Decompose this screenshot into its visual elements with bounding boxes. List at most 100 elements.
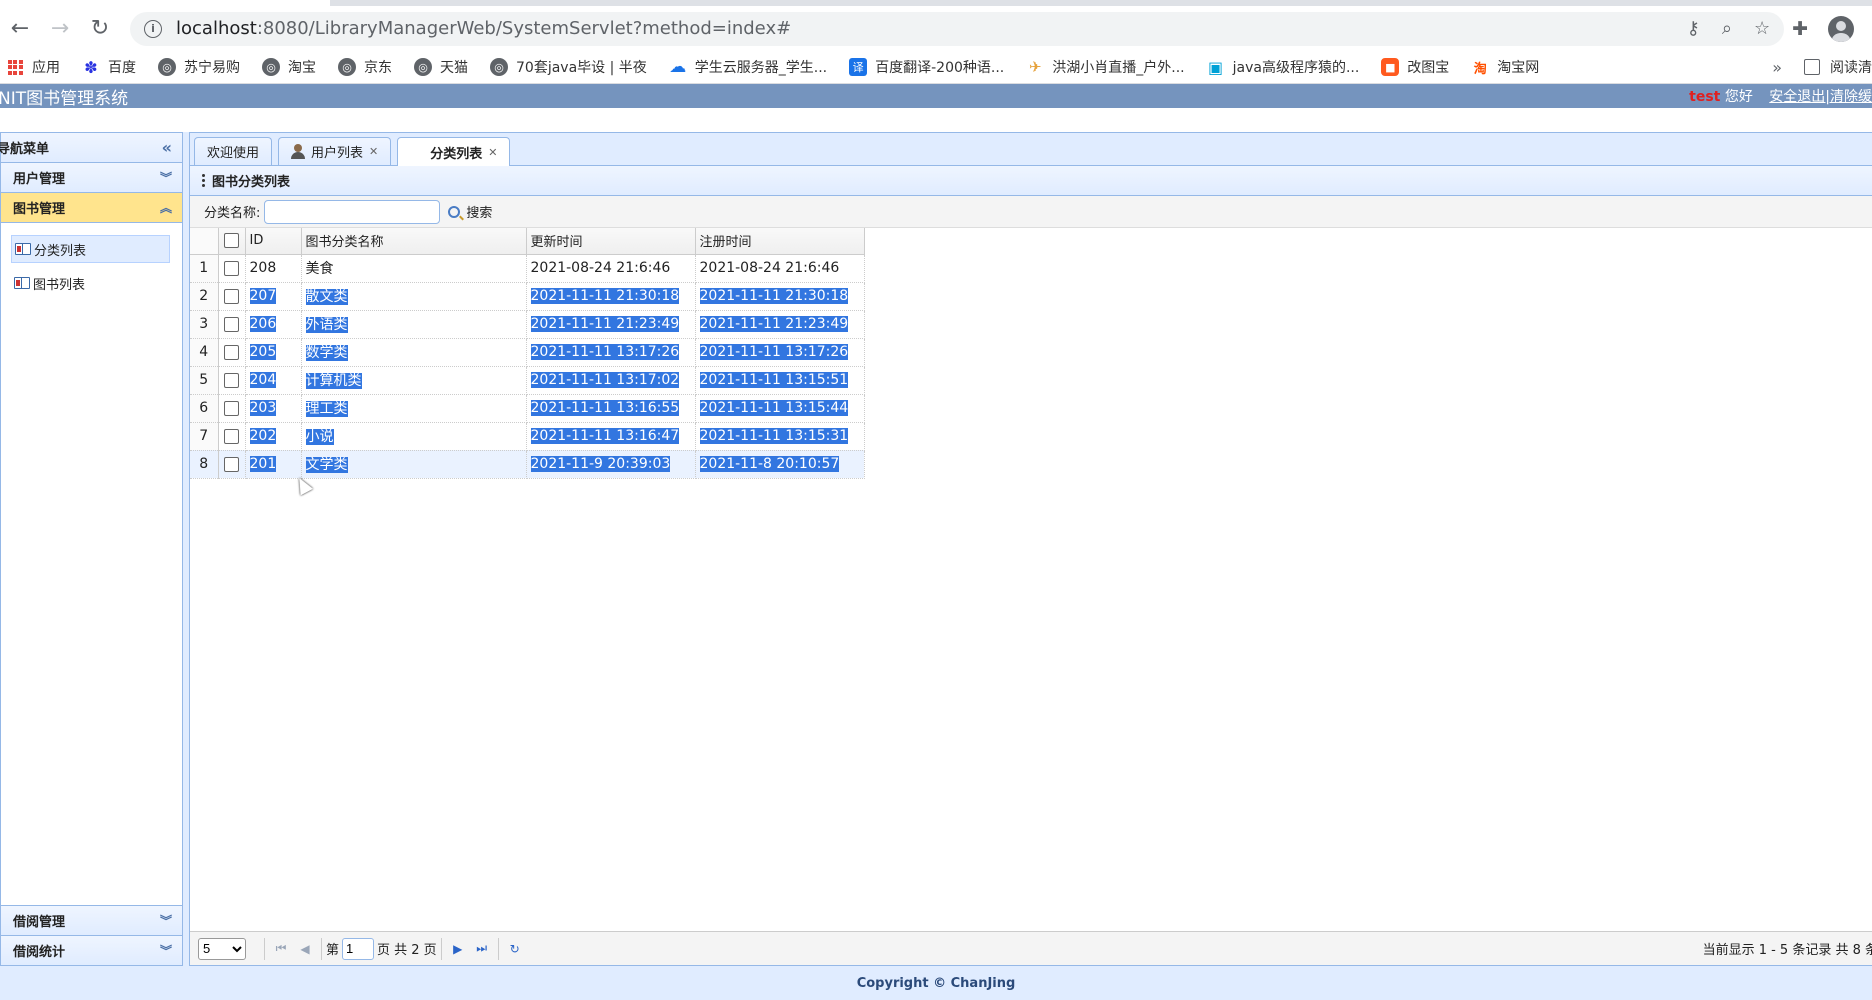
more-bookmarks-chevron[interactable]: »: [1772, 58, 1782, 77]
site-info-icon[interactable]: i: [144, 19, 162, 38]
sidebar-item-book-list[interactable]: 图书列表: [11, 269, 170, 297]
tab-user-list[interactable]: 用户列表 ✕: [278, 137, 392, 165]
cell-registered: 2021-11-8 20:10:57: [695, 450, 865, 479]
bookmark-bilibili[interactable]: ▣ java高级程序猿的...: [1207, 57, 1359, 77]
table-row[interactable]: 1 208 美食 2021-08-24 21:6:46 2021-08-24 2…: [190, 254, 865, 283]
tab-category-list[interactable]: 分类列表 ✕: [397, 137, 511, 166]
row-checkbox[interactable]: [224, 344, 239, 360]
copyright-footer: Copyright © ChanJing: [0, 972, 1872, 1000]
star-icon[interactable]: ☆: [1754, 18, 1770, 39]
table-row[interactable]: 8 201 文学类 2021-11-9 20:39:03 2021-11-8 2…: [190, 450, 865, 479]
bookmark-apps[interactable]: 应用: [6, 57, 60, 77]
profile-avatar-icon[interactable]: [1828, 15, 1854, 42]
bookmark-jd[interactable]: ◎ 京东: [338, 57, 392, 77]
column-header-updated[interactable]: 更新时间: [526, 228, 696, 255]
section-label: 借阅统计: [13, 945, 66, 960]
cell-id: 203: [245, 394, 302, 423]
sidebar-item-category-list[interactable]: 分类列表: [11, 235, 170, 263]
refresh-icon[interactable]: ↻: [503, 937, 527, 961]
current-username: test: [1689, 89, 1721, 105]
cell-registered: 2021-11-11 21:23:49: [695, 310, 865, 339]
sidebar-section-borrow[interactable]: 借阅管理 ︾: [1, 905, 182, 935]
back-arrow-icon[interactable]: ←: [0, 6, 40, 51]
row-checkbox[interactable]: [224, 400, 239, 416]
column-header-id[interactable]: ID: [245, 228, 302, 255]
cell-updated: 2021-11-11 13:16:55: [526, 394, 696, 423]
cell-updated: 2021-11-11 21:30:18: [526, 282, 696, 311]
sidebar-item-label: 图书列表: [33, 277, 86, 293]
row-checkbox[interactable]: [224, 316, 239, 332]
logout-link[interactable]: 安全退出|清除缓: [1769, 89, 1872, 105]
translate-icon: 译: [849, 58, 868, 76]
sidebar-header: 导航菜单 «: [0, 133, 182, 163]
search-button[interactable]: 搜索: [448, 202, 492, 221]
bookmark-baidu-translate[interactable]: 译百度翻译-200种语...: [849, 57, 1004, 77]
address-bar[interactable]: i localhost:8080/LibraryManagerWeb/Syste…: [130, 11, 1785, 46]
extensions-puzzle-icon[interactable]: ✚: [1792, 18, 1808, 40]
cell-name: 文学类: [301, 450, 527, 479]
column-header-name[interactable]: 图书分类名称: [301, 228, 527, 255]
cell-name: 美食: [301, 254, 527, 283]
row-checkbox[interactable]: [224, 372, 239, 388]
row-checkbox-cell: [218, 366, 246, 395]
first-page-icon[interactable]: ⏮: [269, 937, 293, 961]
row-checkbox[interactable]: [224, 428, 239, 444]
table-row[interactable]: 4 205 数学类 2021-11-11 13:17:26 2021-11-11…: [190, 338, 865, 367]
column-header-registered[interactable]: 注册时间: [695, 228, 865, 255]
sidebar-item-label: 分类列表: [34, 243, 87, 259]
bookmark-livestream[interactable]: ✈ 洪湖小肖直播_户外...: [1026, 57, 1185, 77]
row-checkbox[interactable]: [224, 288, 239, 304]
close-icon[interactable]: ✕: [369, 145, 378, 158]
table-row[interactable]: 7 202 小说 2021-11-11 13:16:47 2021-11-11 …: [190, 422, 865, 451]
table-row[interactable]: 3 206 外语类 2021-11-11 21:23:49 2021-11-11…: [190, 310, 865, 339]
page-size-select[interactable]: 5: [198, 937, 246, 960]
cell-id: 202: [245, 422, 302, 451]
table-row[interactable]: 5 204 计算机类 2021-11-11 13:17:02 2021-11-1…: [190, 366, 865, 395]
bookmark-java-projects[interactable]: ◎ 70套java毕设 | 半夜: [490, 57, 647, 77]
bookmark-suning[interactable]: ◎ 苏宁易购: [158, 57, 240, 77]
select-all-checkbox[interactable]: [224, 233, 239, 249]
table-row[interactable]: 2 207 散文类 2021-11-11 21:30:18 2021-11-11…: [190, 282, 865, 311]
collapse-sidebar-icon[interactable]: «: [162, 138, 172, 157]
bookmark-taobao-net[interactable]: 淘淘宝网: [1471, 57, 1540, 77]
reload-icon[interactable]: ↻: [80, 6, 120, 51]
table-row[interactable]: 6 203 理工类 2021-11-11 13:16:55 2021-11-11…: [190, 394, 865, 423]
globe-icon: ◎: [338, 58, 356, 76]
url-text[interactable]: localhost:8080/LibraryManagerWeb/SystemS…: [176, 18, 791, 39]
cell-name: 数学类: [301, 338, 527, 367]
globe-icon: ◎: [490, 58, 508, 76]
key-icon[interactable]: ⚷: [1687, 18, 1700, 39]
cell-registered: 2021-08-24 21:6:46: [695, 254, 865, 283]
globe-icon: ◎: [262, 58, 280, 76]
bookmark-tmall[interactable]: ◎ 天猫: [414, 57, 468, 77]
active-browser-tab[interactable]: [0, 0, 330, 6]
bookmark-gaitubao[interactable]: ■ 改图宝: [1381, 57, 1449, 77]
prev-page-icon[interactable]: ◀: [293, 937, 317, 961]
row-checkbox[interactable]: [224, 260, 239, 276]
reader-mode-button[interactable]: 阅读清: [1804, 57, 1872, 77]
chevron-up-icon[interactable]: ︽: [160, 199, 172, 216]
cell-id: 208: [245, 254, 302, 283]
category-name-input[interactable]: [264, 199, 441, 224]
row-checkbox[interactable]: [224, 456, 239, 472]
chevron-down-icon[interactable]: ︾: [160, 912, 172, 929]
section-label: 图书管理: [13, 202, 66, 217]
sidebar-section-book[interactable]: 图书管理 ︽: [1, 193, 182, 223]
zoom-icon[interactable]: ⌕: [1722, 18, 1732, 39]
bookmark-student-cloud[interactable]: ☁ 学生云服务器_学生...: [669, 57, 827, 77]
page-number-input[interactable]: [342, 937, 375, 960]
bookmark-baidu[interactable]: ✽ 百度: [82, 57, 136, 77]
forward-arrow-icon[interactable]: →: [40, 6, 80, 51]
chevron-down-icon[interactable]: ︾: [160, 169, 172, 186]
tab-welcome[interactable]: 欢迎使用: [194, 137, 273, 165]
cell-name: 散文类: [301, 282, 527, 311]
sidebar-section-user[interactable]: 用户管理 ︾: [1, 163, 182, 193]
chevron-down-icon[interactable]: ︾: [160, 942, 172, 959]
bookmark-taobao[interactable]: ◎ 淘宝: [262, 57, 316, 77]
next-page-icon[interactable]: ▶: [446, 937, 470, 961]
sidebar-section-stats[interactable]: 借阅统计 ︾: [1, 935, 182, 965]
app-title: NIT图书管理系统: [0, 88, 129, 109]
close-icon[interactable]: ✕: [488, 146, 497, 159]
last-page-icon[interactable]: ⏭: [470, 937, 494, 961]
row-number: 2: [190, 282, 219, 311]
